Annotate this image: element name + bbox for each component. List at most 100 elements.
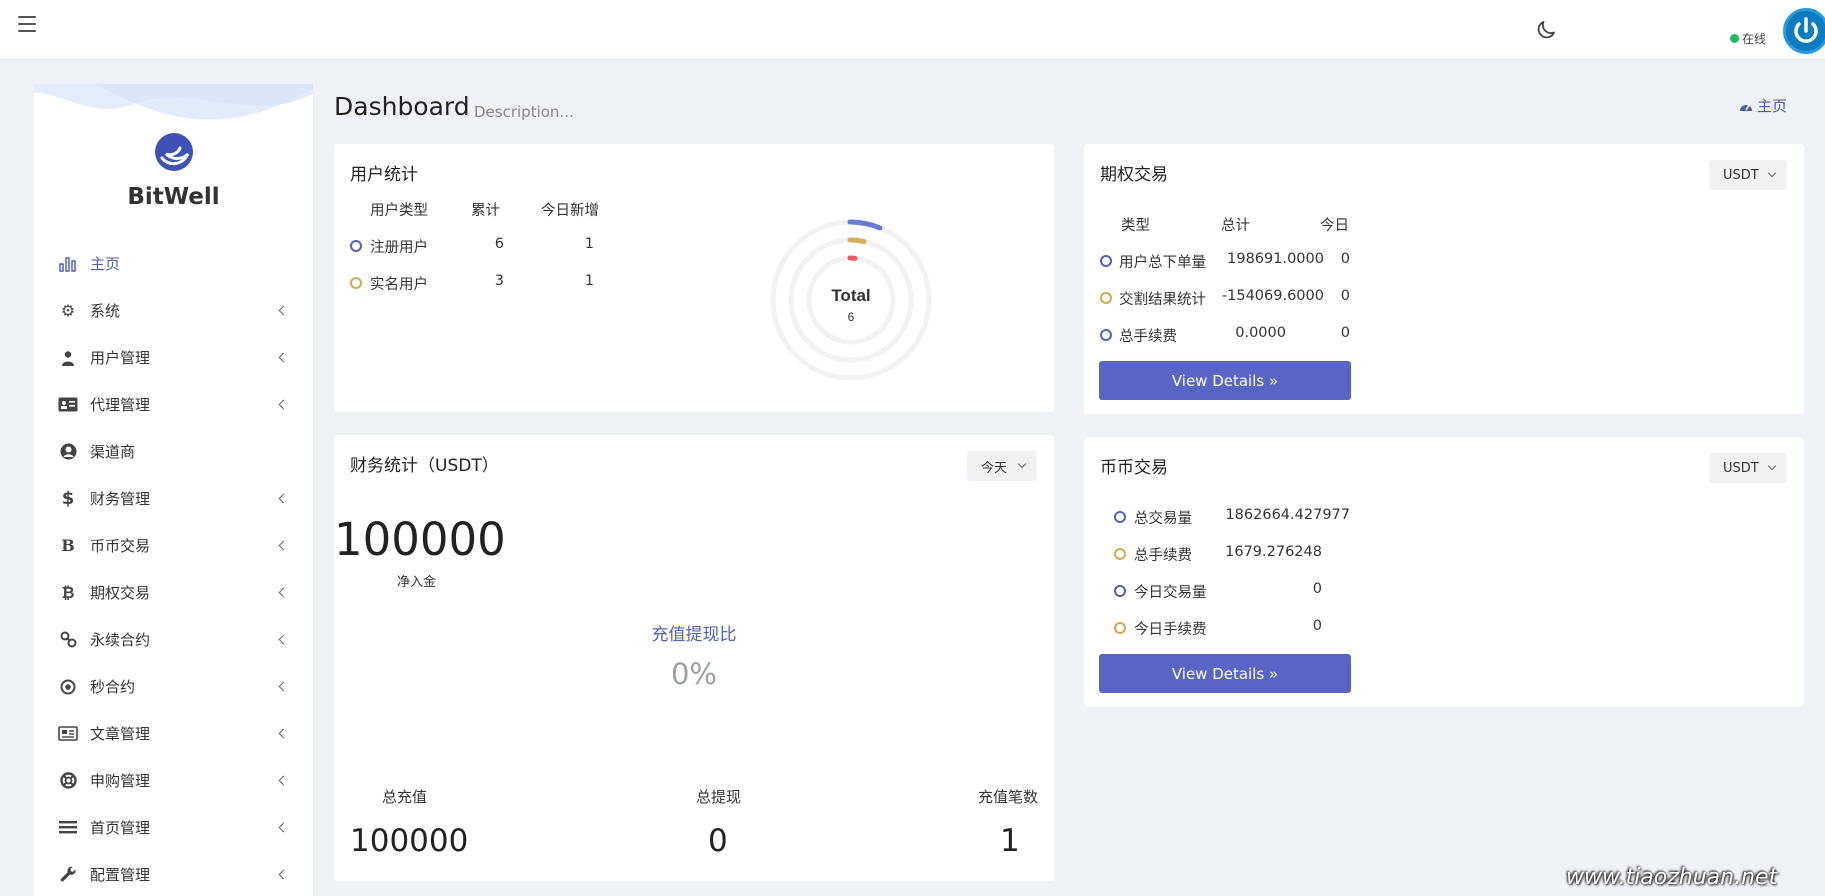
total-deposit-value: 100000	[350, 823, 469, 859]
gold-circle-icon	[1114, 548, 1126, 560]
sidebar-item-label: 渠道商	[90, 443, 136, 461]
options-row-label: 总手续费	[1119, 329, 1177, 345]
sidebar-item-label: 币币交易	[90, 537, 151, 555]
ratio-label: 充值提现比	[651, 625, 737, 645]
dark-mode-icon[interactable]	[1534, 18, 1558, 42]
sidebar-item-perpetual[interactable]: 永续合约	[34, 616, 313, 663]
chevron-left-icon	[278, 822, 289, 833]
sidebar-item-config[interactable]: 配置管理	[34, 851, 313, 896]
finance-period-value: 今天	[981, 460, 1008, 476]
sidebar-item-label: 永续合约	[90, 631, 151, 649]
sidebar-item-label: 申购管理	[90, 772, 151, 790]
chevron-left-icon	[278, 681, 289, 692]
power-icon[interactable]	[1783, 8, 1825, 54]
total-withdraw-label: 总提现	[696, 788, 742, 806]
blue-circle-icon	[1114, 585, 1126, 597]
sidebar-item-subscription[interactable]: 申购管理	[34, 757, 313, 804]
chevron-left-icon	[278, 540, 289, 551]
online-dot-icon	[1730, 34, 1739, 43]
spot-currency-select[interactable]: USDT	[1709, 453, 1787, 483]
sidebar-item-label: 期权交易	[90, 584, 151, 602]
sidebar-item-channels[interactable]: 渠道商	[34, 428, 313, 475]
bitwell-logo-icon	[155, 133, 193, 171]
breadcrumb-home: 主页	[1757, 97, 1788, 115]
user-stats-row-total: 3	[494, 273, 504, 289]
wrench-icon	[58, 865, 78, 885]
sidebar-item-label: 秒合约	[90, 678, 136, 696]
chevron-down-icon	[1767, 461, 1777, 471]
deposit-count-label: 充值笔数	[978, 788, 1039, 806]
options-row-today: 0	[1340, 325, 1350, 341]
sidebar-item-label: 主页	[90, 255, 121, 273]
sidebar: BitWell 主页 ⚙ 系统 用户管理 代理管理 渠道商 $ 财务管理 B 币…	[34, 84, 313, 896]
spot-row-value: 0	[1312, 581, 1322, 597]
sidebar-item-second-contract[interactable]: 秒合约	[34, 663, 313, 710]
finance-period-select[interactable]: 今天	[967, 451, 1037, 481]
options-currency-select[interactable]: USDT	[1709, 160, 1787, 190]
online-status-label: 在线	[1742, 32, 1767, 46]
bitcoin-icon: ₿	[61, 582, 75, 602]
spot-row-value: 1679.276248	[1225, 544, 1322, 560]
sidebar-item-label: 首页管理	[90, 819, 151, 837]
donut-arc-verified	[847, 237, 867, 244]
list-icon	[58, 818, 78, 838]
finance-card: 财务统计（USDT） 今天 100000 净入金 充值提现比 0% 总充值 10…	[334, 435, 1054, 881]
id-card-icon	[58, 395, 78, 415]
sidebar-item-home[interactable]: 主页	[34, 240, 313, 287]
chevron-left-icon	[278, 587, 289, 598]
gold-circle-icon	[1114, 622, 1126, 634]
sidebar-item-users[interactable]: 用户管理	[34, 334, 313, 381]
spot-row-value: 1862664.427977	[1225, 507, 1350, 523]
online-status: 在线	[1730, 30, 1766, 47]
user-circle-icon	[58, 442, 78, 462]
user-stats-row-label: 实名用户	[370, 277, 428, 293]
options-row-total: 0.0000	[1235, 325, 1286, 341]
options-currency-value: USDT	[1723, 167, 1759, 183]
bar-chart-icon	[58, 254, 78, 274]
donut-total-label: Total	[831, 286, 870, 305]
chevron-left-icon	[278, 305, 289, 316]
sidebar-item-agents[interactable]: 代理管理	[34, 381, 313, 428]
donut-total-value: 6	[848, 310, 855, 324]
sidebar-item-options-trading[interactable]: ₿ 期权交易	[34, 569, 313, 616]
user-stats-card: 用户统计 用户类型 累计 今日新增 注册用户 6 1 实名用户 3 1 Tota…	[334, 144, 1054, 412]
spot-trading-card: 币币交易 USDT 总交易量 1862664.427977 总手续费 1679.…	[1084, 437, 1804, 707]
sidebar-item-system[interactable]: ⚙ 系统	[34, 287, 313, 334]
blue-circle-icon	[1100, 255, 1112, 267]
gold-circle-icon	[350, 277, 362, 289]
user-donut-chart: Total 6	[770, 219, 932, 381]
spot-title: 币币交易	[1100, 458, 1168, 478]
donut-arc-registered	[847, 219, 883, 231]
chevron-left-icon	[278, 869, 289, 880]
finance-title: 财务统计（USDT）	[350, 456, 499, 476]
deposit-count-value: 1	[1000, 823, 1020, 859]
options-trading-card: 期权交易 USDT 类型 总计 今日 用户总下单量 198691.0000 0 …	[1084, 144, 1804, 414]
page-title: Dashboard	[334, 92, 470, 121]
sidebar-item-articles[interactable]: 文章管理	[34, 710, 313, 757]
chevron-left-icon	[278, 728, 289, 739]
spot-view-details-button[interactable]: View Details »	[1099, 654, 1351, 693]
user-stats-row-total: 6	[494, 236, 504, 252]
breadcrumb[interactable]: 主页	[1739, 95, 1787, 116]
total-deposit-label: 总充值	[382, 788, 428, 806]
sidebar-menu: 主页 ⚙ 系统 用户管理 代理管理 渠道商 $ 财务管理 B 币币交易 ₿ 期权…	[34, 240, 313, 896]
bold-b-icon: B	[61, 536, 75, 555]
sidebar-item-label: 配置管理	[90, 866, 151, 884]
sidebar-item-label: 用户管理	[90, 349, 151, 367]
blue-circle-icon	[350, 240, 362, 252]
user-stats-row-today: 1	[584, 236, 594, 252]
link-icon	[58, 630, 78, 650]
options-row-today: 0	[1340, 288, 1350, 304]
newspaper-icon	[58, 724, 78, 744]
user-stats-header-today: 今日新增	[541, 203, 599, 219]
chevron-left-icon	[278, 493, 289, 504]
spot-currency-value: USDT	[1723, 460, 1759, 476]
dot-circle-icon	[58, 677, 78, 697]
spot-row-value: 0	[1312, 618, 1322, 634]
sidebar-item-finance[interactable]: $ 财务管理	[34, 475, 313, 522]
options-view-details-button[interactable]: View Details »	[1099, 361, 1351, 400]
sidebar-item-spot-trading[interactable]: B 币币交易	[34, 522, 313, 569]
sidebar-item-homepage[interactable]: 首页管理	[34, 804, 313, 851]
user-stats-title: 用户统计	[350, 165, 418, 185]
menu-toggle-icon[interactable]	[18, 16, 36, 32]
